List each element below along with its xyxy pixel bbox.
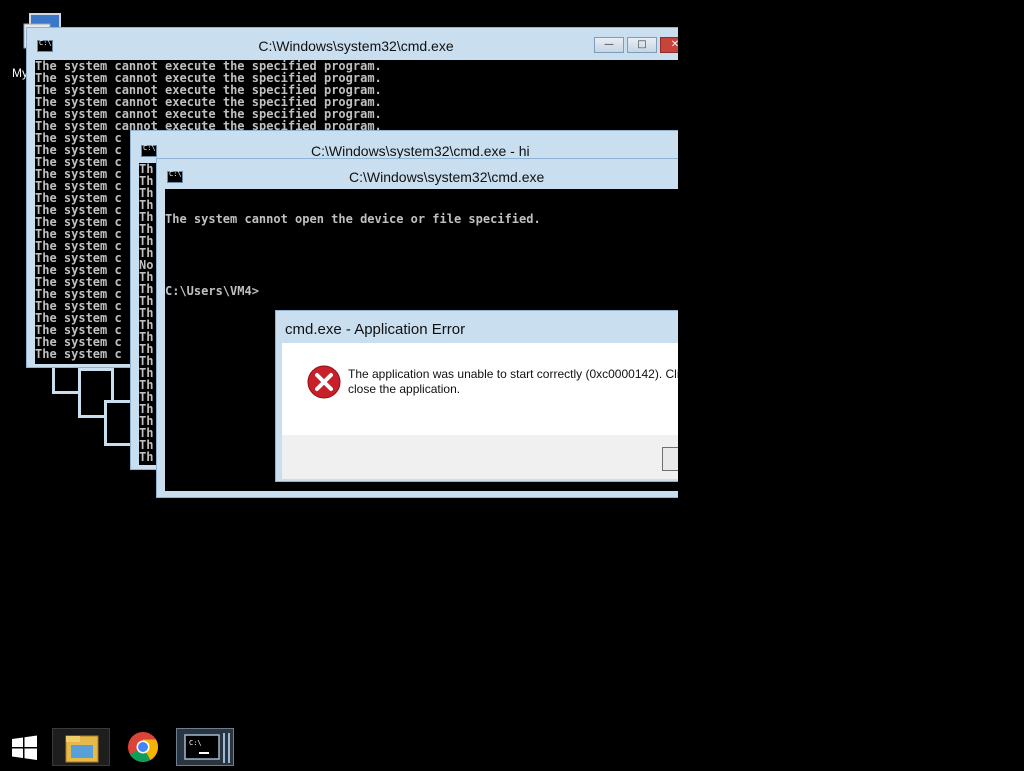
file-explorer-icon (65, 735, 99, 763)
window-title: C:\Windows\system32\cmd.exe (258, 38, 454, 54)
console-line: The system cannot open the device or fil… (165, 212, 541, 226)
taskbar: C:\ (0, 726, 1024, 768)
command-prompt: C:\Users\VM4> (165, 284, 259, 298)
taskbar-file-explorer[interactable] (52, 728, 110, 766)
cmd-icon: C:\ (184, 733, 230, 763)
title-bar[interactable]: C:\Windows\system32\cmd.exe (157, 159, 689, 189)
dialog-message: The application was unable to start corr… (348, 367, 686, 397)
dialog-message-line: close the application. (348, 382, 461, 396)
error-icon (307, 365, 341, 399)
dialog-message-line: The application was unable to start corr… (348, 367, 686, 381)
maximize-button[interactable]: □ (627, 37, 657, 53)
start-icon[interactable] (4, 728, 44, 766)
svg-text:C:\: C:\ (189, 739, 202, 747)
dialog-title: cmd.exe - Application Error (285, 321, 466, 338)
dialog-body: The application was unable to start corr… (282, 343, 694, 435)
chrome-icon[interactable] (124, 728, 162, 766)
application-error-dialog[interactable]: cmd.exe - Application Error The applicat… (275, 310, 695, 482)
desktop-background (678, 0, 1024, 726)
minimize-button[interactable]: — (594, 37, 624, 53)
taskbar-cmd[interactable]: C:\ (176, 728, 234, 766)
title-bar[interactable]: C:\Windows\system32\cmd.exe - hi (131, 131, 689, 161)
cmd-icon (141, 144, 157, 157)
maximize-icon: □ (637, 39, 647, 50)
cmd-icon (167, 170, 183, 183)
dialog-footer (282, 435, 694, 479)
title-bar[interactable]: C:\Windows\system32\cmd.exe — □ ✕ (27, 28, 685, 58)
window-title: C:\Windows\system32\cmd.exe (349, 169, 545, 185)
minimize-icon: — (604, 39, 614, 50)
window-title: C:\Windows\system32\cmd.exe - hi (311, 143, 530, 159)
